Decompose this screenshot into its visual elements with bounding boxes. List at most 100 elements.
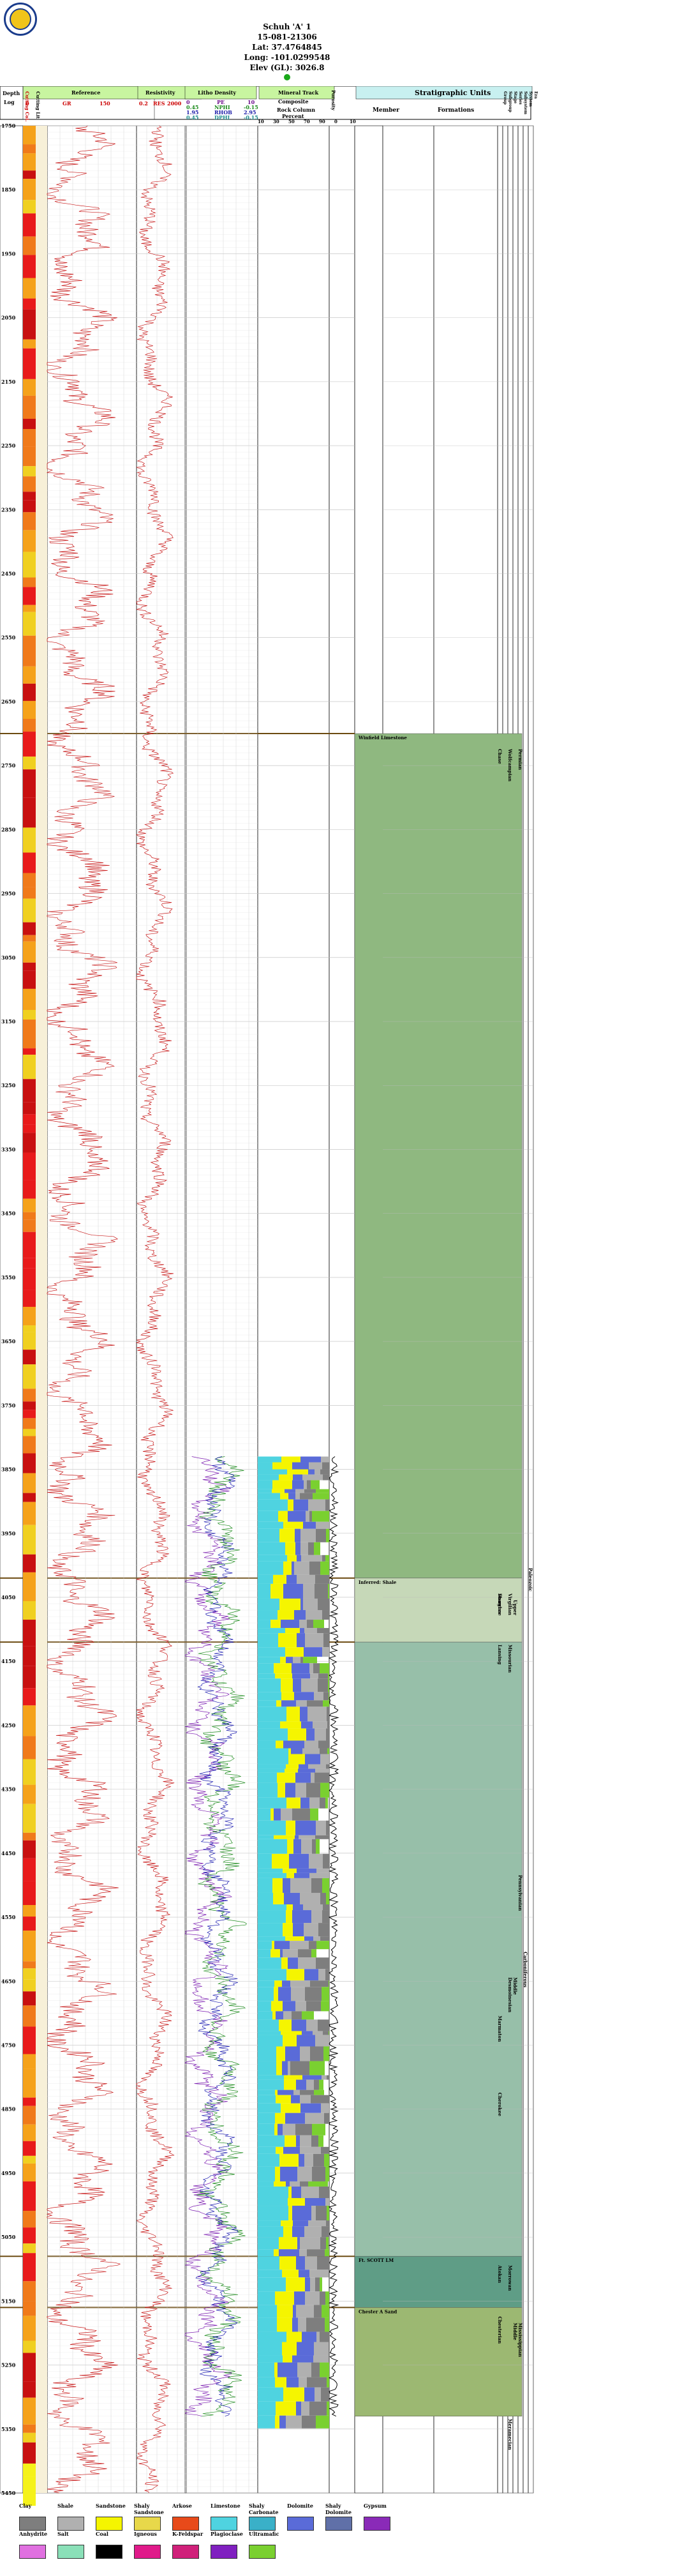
composite-lith-cell (322, 1910, 329, 1924)
depth-label: 4950 (1, 2170, 16, 2176)
composite-lith-cell (307, 1480, 311, 1489)
legend-label: Arkose (172, 2503, 192, 2509)
composite-lith-cell (276, 1700, 281, 1707)
composite-lith-cell (277, 2317, 292, 2332)
composite-lith-cell (285, 1628, 300, 1634)
composite-lith-cell (310, 1808, 318, 1821)
composite-lith-cell (292, 1808, 310, 1821)
cutting-color-block (23, 1325, 36, 1332)
composite-lith-cell (258, 2220, 281, 2227)
composite-lith-cell (328, 1678, 329, 1692)
cutting-color-block (23, 1364, 36, 1389)
composite-lith-cell (275, 2291, 294, 2305)
composite-lith-cell (258, 2135, 285, 2147)
composite-lith-cell (258, 1969, 286, 1981)
composite-lith-cell (321, 2103, 329, 2113)
composite-lith-cell (272, 1462, 292, 1470)
cutting-color-block (23, 2026, 36, 2054)
legend-item: Salt (57, 2531, 89, 2559)
lithology-legend: Clay Shale Sandstone Shaly Sandstone Arkose L… (19, 2503, 402, 2573)
depth-label: 5450 (1, 2490, 16, 2496)
composite-lith-cell (309, 1462, 322, 1470)
composite-lith-cell (258, 1574, 273, 1584)
depth-label: 4450 (1, 1850, 16, 1857)
legend-label: Gypsum (364, 2503, 387, 2509)
composite-lith-cell (318, 1969, 325, 1981)
composite-lith-cell (327, 2206, 329, 2221)
composite-lith-cell (295, 1493, 300, 1500)
composite-lith-cell (278, 2362, 297, 2377)
reference-header: Reference (71, 89, 100, 96)
track-frame-7 (329, 125, 355, 2494)
composite-lith-cell (307, 1620, 313, 1629)
strat-units-header: Stratigraphic Units (415, 89, 491, 97)
cutting-color-block (23, 153, 36, 171)
composite-lith-cell (258, 2113, 275, 2124)
composite-lith-cell (293, 2305, 296, 2318)
cutting-color-block (23, 1991, 36, 2006)
composite-lith-cell (290, 2061, 309, 2075)
composite-lith-cell (300, 1628, 304, 1634)
composite-lith-cell (295, 2123, 312, 2135)
composite-lith-cell (300, 2046, 310, 2061)
composite-lith-cell (291, 1748, 302, 1754)
composite-lith-cell (328, 1673, 329, 1679)
cutting-color-block (23, 1705, 36, 1736)
composite-lith-cell (283, 2001, 295, 2012)
composite-lith-cell (279, 1598, 300, 1611)
composite-lith-cell (270, 1949, 280, 1958)
formation-label-4: Chester A Sand (359, 2309, 397, 2314)
depth-label: 3350 (1, 1146, 16, 1152)
composite-lith-cell (305, 1633, 323, 1648)
composite-lith-cell (318, 1923, 329, 1937)
composite-lith-cell (313, 1620, 324, 1629)
composite-lith-cell (272, 2011, 276, 2020)
composite-lith-cell (320, 1561, 329, 1575)
depth-label: 4650 (1, 1978, 16, 1984)
composite-lith-cell (274, 1835, 295, 1839)
legend-swatch (96, 2517, 122, 2531)
composite-lith-cell (288, 2206, 292, 2221)
composite-lith-cell (258, 1980, 274, 1987)
composite-lith-cell (321, 2001, 329, 2012)
composite-lith-cell (297, 2362, 311, 2377)
composite-lith-cell (291, 1987, 305, 2001)
formation-label-1: Inferred: Shale (359, 1579, 397, 1585)
composite-lith-cell (298, 1768, 315, 1773)
cutting-color-block (23, 2424, 36, 2433)
composite-lith-cell (292, 1480, 304, 1489)
cutting-color-block (23, 530, 36, 552)
cutting-color-block (23, 512, 36, 531)
composite-lith-cell (292, 2019, 306, 2031)
formation-band-1 (354, 1578, 522, 1643)
composite-lith-cell (292, 2186, 301, 2199)
composite-lith-cell (316, 1868, 329, 1873)
legend-swatch (134, 2517, 161, 2531)
depth-label: 3550 (1, 1274, 16, 1281)
composite-lith-cell (320, 1892, 326, 1905)
cutting-color-block (23, 1306, 36, 1326)
composite-lith-cell (293, 1839, 301, 1854)
cutting-color-block (23, 492, 36, 501)
composite-lith-cell (258, 1923, 283, 1937)
well-log-chart: Depth Log Reference Resistivity Litho De… (0, 86, 538, 2506)
composite-lith-cell (317, 1628, 329, 1634)
depth-label: 4550 (1, 1914, 16, 1920)
cutting-color-block (23, 2124, 36, 2141)
composite-lith-cell (282, 2270, 299, 2278)
gr-max-label: 150 (100, 100, 110, 107)
cutting-color-block (23, 2227, 36, 2244)
composite-lith-cell (324, 2153, 329, 2167)
composite-lith-cell (320, 1754, 329, 1765)
depth-label: 2150 (1, 379, 16, 385)
formation-label-0: Winfield Limestone (358, 735, 407, 741)
composite-lith-cell (306, 2001, 321, 2012)
depth-label: 4250 (1, 1722, 16, 1728)
composite-lith-cell (311, 1949, 316, 1958)
well-api: 15-081-21306 (257, 33, 317, 41)
composite-lith-cell (306, 2019, 318, 2031)
series-header: Series (518, 91, 522, 105)
composite-lith-cell (315, 1583, 328, 1599)
composite-lith-cell (306, 2079, 314, 2090)
composite-lith-cell (258, 1700, 276, 1707)
